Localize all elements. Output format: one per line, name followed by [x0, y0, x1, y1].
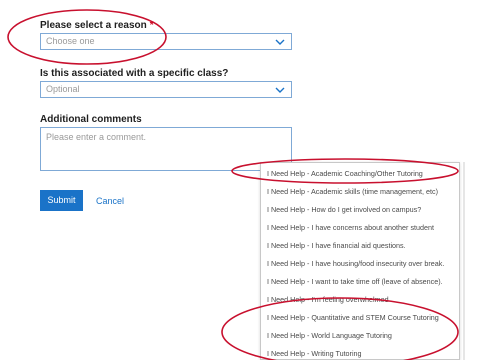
submit-button[interactable]: Submit — [40, 190, 83, 211]
reason-label-text: Please select a reason — [40, 20, 147, 31]
dropdown-option[interactable]: I Need Help - Writing Tutoring — [267, 349, 362, 358]
dropdown-option[interactable]: I Need Help - World Language Tutoring — [267, 331, 392, 340]
class-select-placeholder: Optional — [46, 84, 80, 94]
chevron-down-icon — [275, 87, 285, 93]
dropdown-option[interactable]: I Need Help - I have financial aid quest… — [267, 241, 406, 250]
dropdown-scrollbar[interactable] — [463, 162, 465, 360]
dropdown-option[interactable]: I Need Help - I'm feeling overwhelmed — [267, 295, 389, 304]
comments-label: Additional comments — [40, 114, 142, 125]
dropdown-option[interactable]: I Need Help - How do I get involved on c… — [267, 205, 421, 214]
dropdown-option[interactable]: I Need Help - I have housing/food insecu… — [267, 259, 444, 268]
class-label: Is this associated with a specific class… — [40, 68, 229, 79]
required-mark: * — [149, 20, 154, 31]
dropdown-option[interactable]: I Need Help - I have concerns about anot… — [267, 223, 434, 232]
dropdown-option[interactable]: I Need Help - I want to take time off (l… — [267, 277, 443, 286]
chevron-down-icon — [275, 39, 285, 45]
dropdown-option[interactable]: I Need Help - Academic skills (time mana… — [267, 187, 438, 196]
comments-placeholder: Please enter a comment. — [46, 132, 147, 142]
reason-select-placeholder: Choose one — [46, 36, 95, 46]
cancel-link[interactable]: Cancel — [96, 196, 124, 206]
class-select[interactable]: Optional — [40, 81, 292, 98]
dropdown-option[interactable]: I Need Help - Quantitative and STEM Cour… — [267, 313, 439, 322]
reason-dropdown-list[interactable]: I Need Help - Academic Coaching/Other Tu… — [260, 162, 460, 360]
reason-label: Please select a reason * — [40, 20, 154, 31]
support-request-form-page: Please select a reason * Choose one Is th… — [0, 0, 480, 360]
reason-select[interactable]: Choose one — [40, 33, 292, 50]
comments-textarea[interactable]: Please enter a comment. — [40, 127, 292, 171]
dropdown-option[interactable]: I Need Help - Academic Coaching/Other Tu… — [267, 169, 423, 178]
